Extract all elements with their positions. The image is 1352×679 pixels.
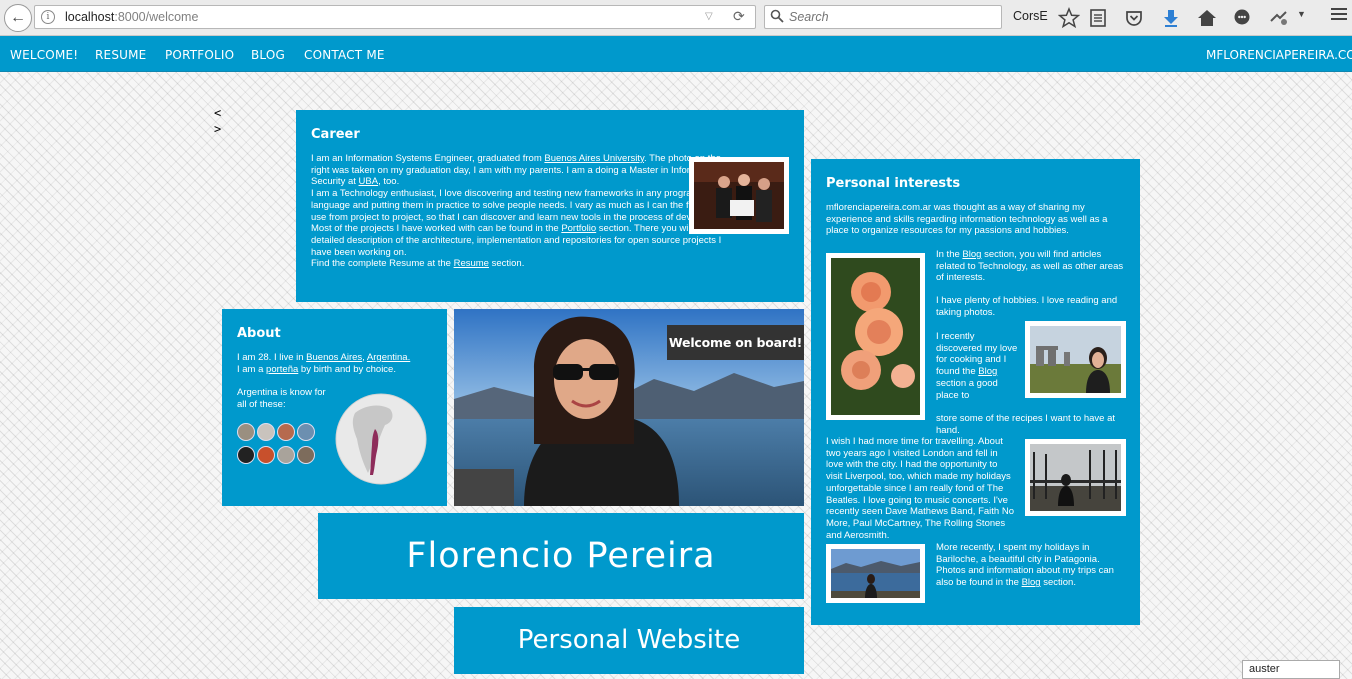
nav-welcome[interactable]: WELCOME! xyxy=(10,48,78,62)
career-title: Career xyxy=(311,127,360,142)
nav-portfolio[interactable]: PORTFOLIO xyxy=(165,48,234,62)
search-icon xyxy=(770,9,784,23)
face-avatar[interactable] xyxy=(277,423,295,441)
bookmark-star-icon[interactable] xyxy=(1058,7,1080,29)
extension-icon[interactable] xyxy=(1268,7,1290,29)
about-text: I am 28. I live in Buenos Aires, Argenti… xyxy=(237,352,411,375)
reload-icon[interactable]: ⟳ xyxy=(733,5,745,27)
home-icon[interactable] xyxy=(1196,7,1218,29)
face-avatar[interactable] xyxy=(297,446,315,464)
menu-icon[interactable] xyxy=(1331,8,1347,23)
url-path: :8000/welcome xyxy=(114,10,199,24)
brand-link[interactable]: MFLORENCIAPEREIRA.COM xyxy=(1206,48,1352,62)
back-arrow-icon: ← xyxy=(10,9,26,26)
pocket-icon[interactable] xyxy=(1123,7,1145,29)
uba-full-link[interactable]: Buenos Aires University xyxy=(544,153,644,164)
famous-argentines xyxy=(236,422,320,468)
career-text: I am an Information Systems Engineer, gr… xyxy=(311,153,741,270)
interests-cooking-blog-link[interactable]: Blog xyxy=(978,366,997,377)
reading-list-icon[interactable] xyxy=(1087,7,1109,29)
face-avatar[interactable] xyxy=(277,446,295,464)
roses-photo xyxy=(826,253,925,420)
site-owner-name: Florencio Pereira xyxy=(406,536,716,576)
interests-intro: mflorenciapereira.com.ar was thought as … xyxy=(826,202,1108,237)
london-photo xyxy=(1025,439,1126,516)
graduation-photo xyxy=(689,157,789,234)
chat-icon[interactable] xyxy=(1231,7,1253,29)
portfolio-link[interactable]: Portfolio xyxy=(561,223,596,234)
welcome-badge: Welcome on board! xyxy=(667,325,804,360)
interests-bariloche-text: More recently, I spent my holidays in Ba… xyxy=(936,542,1114,589)
nav-contact[interactable]: CONTACT ME xyxy=(304,48,385,62)
interests-travel-text: I wish I had more time for travelling. A… xyxy=(826,436,1014,541)
globe-argentina-map xyxy=(335,393,427,485)
face-avatar[interactable] xyxy=(297,423,315,441)
browser-toolbar: ← i localhost:8000/welcome ▽ ⟳ CorsE xyxy=(0,0,1352,36)
interests-blog-text: In the Blog section, you will find artic… xyxy=(936,249,1124,284)
uba-link[interactable]: UBA xyxy=(359,176,379,187)
name-panel: Florencio Pereira xyxy=(318,513,804,599)
argentina-known-text: Argentina is know for all of these: xyxy=(237,387,326,410)
about-title: About xyxy=(237,326,281,341)
argentina-link[interactable]: Argentina. xyxy=(367,352,410,363)
nav-blog[interactable]: BLOG xyxy=(251,48,285,62)
interests-hobbies-text: I have plenty of hobbies. I love reading… xyxy=(936,295,1118,318)
search-engine-label[interactable]: CorsE xyxy=(1013,9,1048,23)
subtitle-panel: Personal Website xyxy=(454,607,804,674)
history-dropdown-icon[interactable]: ▽ xyxy=(705,6,713,28)
carousel-next-button[interactable]: > xyxy=(214,122,221,136)
download-icon[interactable] xyxy=(1160,7,1182,29)
face-avatar[interactable] xyxy=(257,446,275,464)
url-text[interactable]: localhost:8000/welcome xyxy=(65,6,198,28)
interests-bariloche-blog-link[interactable]: Blog xyxy=(1022,577,1041,588)
site-nav: WELCOME! RESUME PORTFOLIO BLOG CONTACT M… xyxy=(0,36,1352,72)
info-icon[interactable]: i xyxy=(41,10,55,24)
site-subtitle: Personal Website xyxy=(517,625,741,655)
carousel-prev-button[interactable]: < xyxy=(214,106,221,120)
resume-link[interactable]: Resume xyxy=(454,258,489,269)
interests-title: Personal interests xyxy=(826,176,961,191)
career-panel: Career I am an Information Systems Engin… xyxy=(296,110,804,302)
back-button[interactable]: ← xyxy=(4,4,32,32)
buenos-aires-link[interactable]: Buenos Aires xyxy=(306,352,362,363)
face-avatar[interactable] xyxy=(237,423,255,441)
status-tooltip: auster xyxy=(1242,660,1340,679)
search-box[interactable] xyxy=(764,5,1002,29)
portena-link[interactable]: porteña xyxy=(266,364,298,375)
face-avatar[interactable] xyxy=(237,446,255,464)
search-input[interactable] xyxy=(789,9,989,25)
interests-panel: Personal interests mflorenciapereira.com… xyxy=(811,159,1140,625)
nav-resume[interactable]: RESUME xyxy=(95,48,146,62)
url-host: localhost xyxy=(65,10,115,24)
bariloche-lake-photo xyxy=(826,544,925,603)
extension-dropdown-icon[interactable]: ▼ xyxy=(1297,9,1319,31)
about-panel: About I am 28. I live in Buenos Aires, A… xyxy=(222,309,447,506)
url-bar[interactable]: i localhost:8000/welcome ▽ ⟳ xyxy=(34,5,756,29)
stonehenge-photo xyxy=(1025,321,1126,398)
interests-blog-link[interactable]: Blog xyxy=(962,249,981,260)
interests-cooking-text: I recently discovered my love for cookin… xyxy=(936,331,1018,401)
face-avatar[interactable] xyxy=(257,423,275,441)
interests-cooking-text-end: store some of the recipes I want to have… xyxy=(936,413,1116,436)
